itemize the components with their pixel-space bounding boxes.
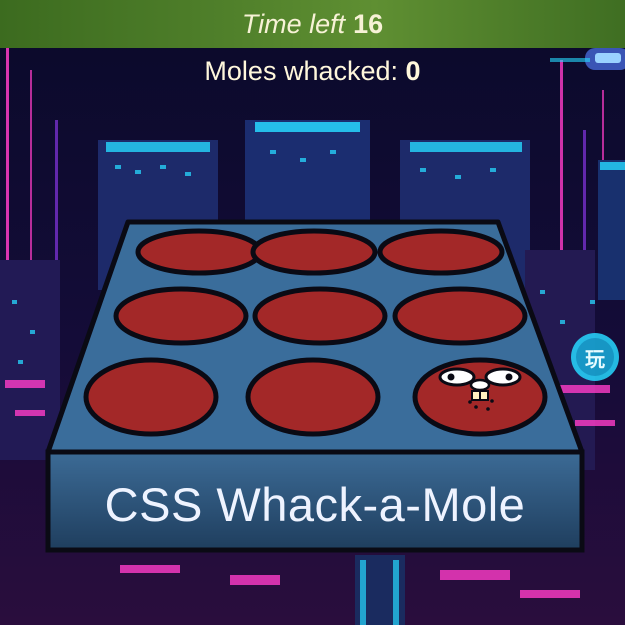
score-value: 0	[405, 56, 421, 86]
bottom-tower	[355, 555, 405, 625]
timer-bar: Time left 16	[0, 0, 625, 48]
score-display: Moles whacked: 0	[0, 56, 625, 87]
mole-hole[interactable]	[392, 286, 528, 346]
mole-hole[interactable]	[252, 286, 388, 346]
mole-hole[interactable]	[245, 357, 381, 437]
mole-holes	[83, 228, 548, 437]
mole-hole[interactable]	[83, 357, 219, 437]
neon-sign-glyph: 玩	[585, 347, 605, 371]
mole-hole[interactable]	[113, 286, 249, 346]
mole-hole[interactable]	[135, 228, 263, 276]
neon-sign-icon: 玩	[571, 333, 619, 381]
game-title: CSS Whack-a-Mole	[104, 477, 526, 531]
mole-hole-with-mole[interactable]	[412, 357, 548, 437]
timer-label: Time left	[241, 9, 346, 39]
score-label: Moles whacked:	[204, 56, 399, 86]
mole-hole[interactable]	[377, 228, 505, 276]
timer-value: 16	[353, 9, 384, 39]
mole-hole[interactable]	[250, 228, 378, 276]
